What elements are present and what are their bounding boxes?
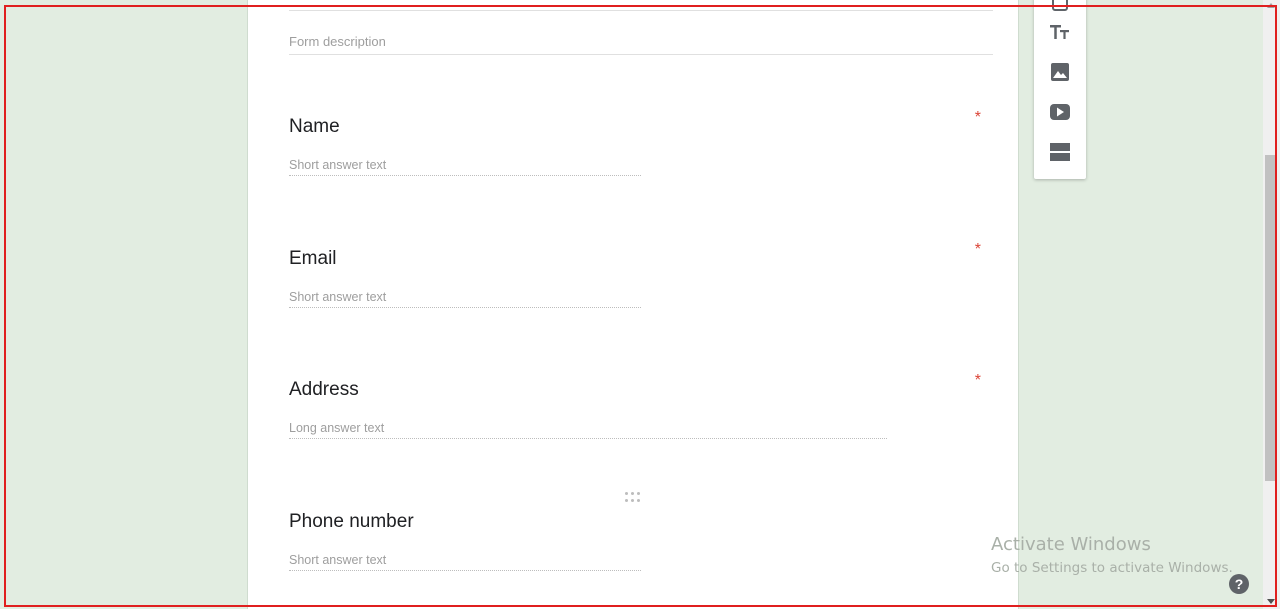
add-video-icon[interactable] [1048, 100, 1072, 124]
question-address[interactable]: Address * Long answer text [289, 372, 993, 439]
question-title: Address [289, 379, 359, 400]
form-description-input[interactable]: Form description [289, 32, 993, 55]
scrollbar-thumb[interactable] [1265, 155, 1277, 481]
scroll-down-arrow-icon[interactable] [1267, 599, 1275, 604]
drag-handle-icon[interactable] [625, 492, 641, 502]
required-asterisk: * [974, 241, 981, 258]
required-asterisk: * [974, 372, 981, 389]
question-title: Email [289, 248, 337, 269]
import-questions-icon[interactable] [1048, 0, 1072, 14]
answer-placeholder: Short answer text [289, 551, 641, 571]
question-title: Phone number [289, 511, 414, 532]
question-toolbar [1034, 0, 1086, 179]
question-title: Name [289, 116, 340, 137]
add-section-icon[interactable] [1048, 140, 1072, 164]
help-icon[interactable]: ? [1229, 574, 1249, 594]
add-title-description-icon[interactable] [1048, 20, 1072, 44]
question-phone-number[interactable]: Phone number Short answer text [289, 510, 993, 571]
form-card: Form description Name * Short answer tex… [247, 0, 1019, 609]
answer-placeholder: Short answer text [289, 156, 641, 176]
required-asterisk: * [974, 109, 981, 126]
activate-windows-watermark: Activate Windows Go to Settings to activ… [991, 534, 1233, 579]
answer-placeholder: Long answer text [289, 419, 887, 439]
answer-placeholder: Short answer text [289, 288, 641, 308]
watermark-title: Activate Windows [991, 534, 1151, 555]
question-email[interactable]: Email * Short answer text [289, 241, 993, 308]
question-name[interactable]: Name * Short answer text [289, 109, 993, 176]
scroll-up-arrow-icon[interactable] [1267, 3, 1275, 8]
watermark-subtitle: Go to Settings to activate Windows. [991, 560, 1233, 576]
form-title-underline [289, 10, 993, 11]
page-scrollbar[interactable] [1263, 0, 1280, 609]
add-image-icon[interactable] [1048, 60, 1072, 84]
